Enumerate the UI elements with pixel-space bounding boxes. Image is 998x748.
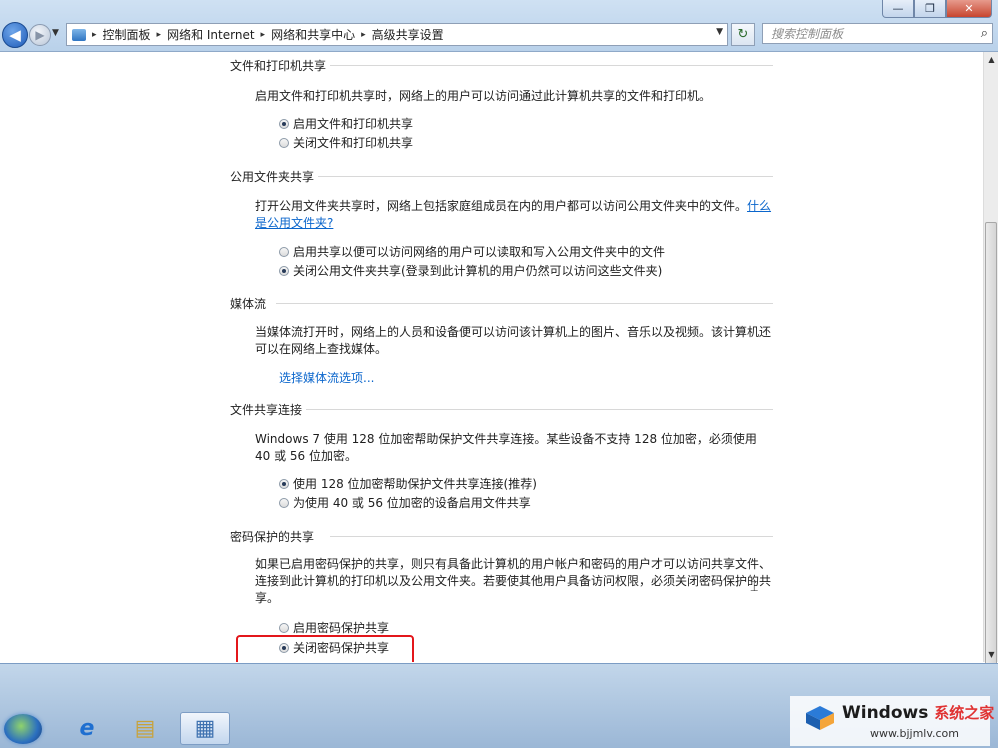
radio-label: 关闭公用文件夹共享(登录到此计算机的用户仍然可以访问这些文件夹) [293, 264, 663, 278]
radio-label: 使用 128 位加密帮助保护文件共享连接(推荐) [293, 477, 537, 491]
section-divider [276, 303, 773, 304]
breadcrumb-advanced-sharing[interactable]: 高级共享设置 [372, 26, 444, 43]
mouse-cursor-icon: ⌶ [750, 579, 759, 595]
section-divider [306, 409, 773, 410]
radio-unselected-icon[interactable] [279, 622, 289, 633]
section-title-media-streaming: 媒体流 [230, 297, 267, 311]
radio-label: 启用共享以便可以访问网络的用户可以读取和写入公用文件夹中的文件 [293, 245, 666, 259]
radio-enable-file-printer-sharing[interactable]: 启用文件和打印机共享 [279, 115, 413, 132]
start-button[interactable] [4, 714, 42, 744]
scroll-down-arrow-icon[interactable]: ▼ [984, 647, 998, 662]
breadcrumb-separator: ▸ [92, 29, 97, 40]
radio-selected-icon[interactable] [279, 118, 289, 129]
section-title-file-sharing-connections: 文件共享连接 [230, 403, 303, 417]
section-description: 打开公用文件夹共享时，网络上包括家庭组成员在内的用户都可以访问公用文件夹中的文件… [255, 198, 775, 232]
restore-icon: ❐ [925, 2, 935, 15]
radio-unselected-icon[interactable] [279, 497, 289, 508]
windows-explorer-icon[interactable]: ▤ [120, 712, 170, 745]
radio-selected-icon[interactable] [279, 478, 289, 489]
advanced-sharing-settings-panel: 文件和打印机共享 启用文件和打印机共享时，网络上的用户可以访问通过此计算机共享的… [0, 52, 983, 662]
radio-label: 启用文件和打印机共享 [293, 117, 414, 131]
refresh-icon: ↻ [737, 27, 749, 42]
radio-enable-public-folder-sharing[interactable]: 启用共享以便可以访问网络的用户可以读取和写入公用文件夹中的文件 [279, 243, 665, 260]
control-panel-taskbar-icon[interactable]: ▦ [180, 712, 230, 745]
internet-explorer-icon[interactable]: e [62, 712, 112, 745]
section-description: 启用文件和打印机共享时，网络上的用户可以访问通过此计算机共享的文件和打印机。 [255, 89, 712, 103]
search-icon[interactable]: ⌕ [981, 26, 988, 41]
control-panel-icon [72, 28, 86, 41]
breadcrumb-separator[interactable]: ▸ [157, 30, 162, 40]
vertical-scrollbar[interactable]: ▲ ▼ [983, 52, 998, 692]
radio-unselected-icon[interactable] [279, 137, 289, 148]
chevron-down-icon: ▼ [52, 28, 59, 38]
watermark-url: www.bjjmlv.com [870, 727, 959, 740]
section-title-public-folder-sharing: 公用文件夹共享 [230, 170, 315, 184]
minimize-button[interactable]: — [882, 0, 914, 18]
section-title-file-printer-sharing: 文件和打印机共享 [230, 59, 327, 73]
annotation-highlight-box [236, 635, 414, 662]
close-button[interactable]: ✕ [946, 0, 992, 18]
forward-button[interactable]: ▶ [29, 24, 51, 46]
breadcrumb-control-panel[interactable]: 控制面板 [103, 26, 151, 43]
back-arrow-icon: ◀ [9, 26, 21, 44]
address-bar[interactable]: ▸ 控制面板 ▸ 网络和 Internet ▸ 网络和共享中心 ▸ 高级共享设置… [66, 23, 728, 46]
window-controls: — ❐ ✕ [882, 0, 992, 18]
description-text: 打开公用文件夹共享时，网络上包括家庭组成员在内的用户都可以访问公用文件夹中的文件… [255, 199, 748, 213]
search-placeholder: 搜索控制面板 [771, 27, 844, 41]
search-input[interactable]: 搜索控制面板 ⌕ [762, 23, 993, 44]
refresh-button[interactable]: ↻ [731, 23, 755, 46]
close-icon: ✕ [964, 2, 974, 15]
scroll-up-arrow-icon[interactable]: ▲ [984, 52, 998, 67]
breadcrumb-network-sharing-center[interactable]: 网络和共享中心 [271, 26, 355, 43]
watermark-cn: 系统之家 [934, 704, 995, 722]
breadcrumb-separator[interactable]: ▸ [261, 30, 266, 40]
radio-disable-file-printer-sharing[interactable]: 关闭文件和打印机共享 [279, 134, 413, 151]
radio-128-bit-encryption[interactable]: 使用 128 位加密帮助保护文件共享连接(推荐) [279, 475, 537, 492]
breadcrumb-separator[interactable]: ▸ [361, 30, 366, 40]
choose-media-streaming-options-link[interactable]: 选择媒体流选项... [279, 369, 374, 386]
watermark-name: Windows [842, 703, 929, 723]
section-description: 当媒体流打开时，网络上的人员和设备便可以访问该计算机上的图片、音乐以及视频。该计… [255, 325, 772, 356]
section-title-password-protected-sharing: 密码保护的共享 [230, 530, 315, 544]
radio-label: 启用密码保护共享 [293, 621, 390, 635]
taskbar: e ▤ ▦ Windows 系统之家 www.bjjmlv.com [0, 663, 998, 748]
recent-pages-dropdown[interactable]: ▼ [52, 28, 59, 38]
breadcrumb-network-internet[interactable]: 网络和 Internet [167, 26, 254, 43]
radio-selected-icon[interactable] [279, 265, 289, 276]
scrollbar-thumb[interactable] [985, 222, 997, 692]
forward-arrow-icon: ▶ [35, 28, 45, 42]
back-button[interactable]: ◀ [2, 22, 28, 48]
watermark: Windows 系统之家 www.bjjmlv.com [790, 696, 994, 746]
section-divider [318, 176, 773, 177]
title-bar: — ❐ ✕ ◀ ▶ ▼ ▸ 控制面板 ▸ 网络和 Internet ▸ 网络和共… [0, 0, 998, 52]
section-divider [330, 536, 773, 537]
address-dropdown-icon[interactable]: ▼ [716, 27, 723, 37]
section-divider [330, 65, 773, 66]
radio-label: 为使用 40 或 56 位加密的设备启用文件共享 [293, 496, 531, 510]
windows-logo-icon [806, 706, 834, 730]
watermark-title: Windows 系统之家 [842, 702, 994, 723]
radio-unselected-icon[interactable] [279, 246, 289, 257]
radio-enable-password-protected-sharing[interactable]: 启用密码保护共享 [279, 619, 389, 636]
section-description: Windows 7 使用 128 位加密帮助保护文件共享连接。某些设备不支持 1… [255, 432, 757, 463]
radio-40-56-bit-encryption[interactable]: 为使用 40 或 56 位加密的设备启用文件共享 [279, 494, 531, 511]
radio-label: 关闭文件和打印机共享 [293, 136, 414, 150]
minimize-icon: — [892, 2, 904, 15]
maximize-button[interactable]: ❐ [914, 0, 946, 18]
section-description: 如果已启用密码保护的共享，则只有具备此计算机的用户帐户和密码的用户才可以访问共享… [255, 557, 772, 605]
radio-disable-public-folder-sharing[interactable]: 关闭公用文件夹共享(登录到此计算机的用户仍然可以访问这些文件夹) [279, 262, 662, 279]
